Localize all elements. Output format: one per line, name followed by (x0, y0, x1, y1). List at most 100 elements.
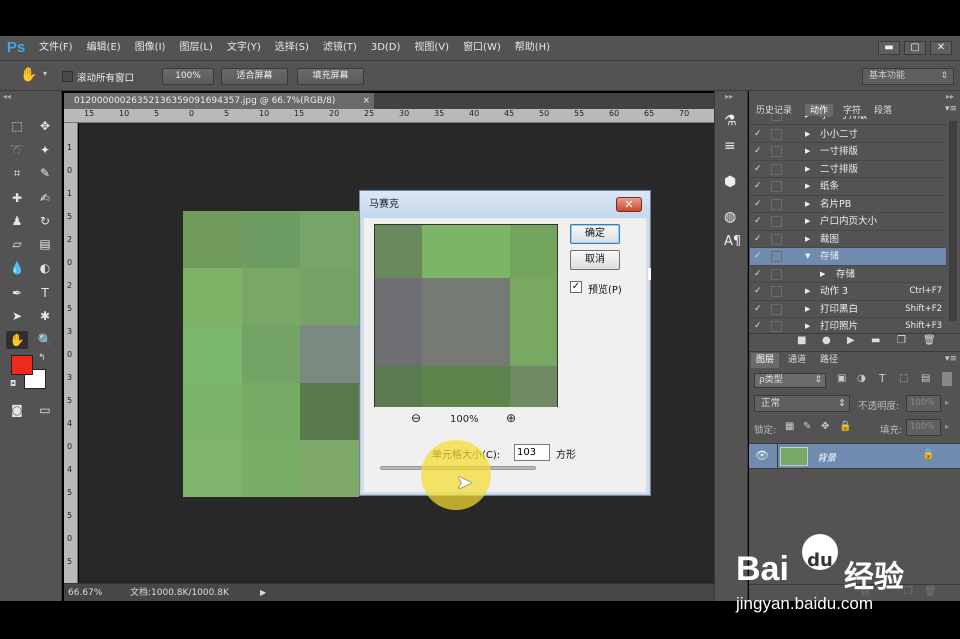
action-dialog-toggle[interactable] (771, 216, 782, 227)
lock-transparent-icon[interactable]: ▦ (785, 421, 794, 432)
collapsed-arrow-icon[interactable]: ▶ (805, 126, 810, 143)
gradient-tool-icon[interactable]: ▤ (34, 235, 56, 253)
foreground-color-swatch[interactable] (11, 355, 33, 375)
action-item[interactable]: ✓ ▶ 存储 (750, 266, 946, 283)
history-brush-tool-icon[interactable]: ↻ (34, 212, 56, 230)
filter-toggle[interactable] (942, 372, 952, 386)
lock-position-icon[interactable]: ✥ (821, 421, 829, 432)
collapsed-arrow-icon[interactable]: ▶ (805, 143, 810, 160)
menu-layer[interactable]: 图层(L) (172, 36, 219, 60)
brush-tool-icon[interactable]: ✍ (34, 189, 56, 207)
collapsed-arrow-icon[interactable]: ▶ (805, 231, 810, 248)
action-item[interactable]: ✓ ▶ 打印照片 Shift+F3 (750, 318, 946, 333)
action-dialog-toggle[interactable] (771, 268, 782, 280)
menu-select[interactable]: 选择(S) (268, 36, 316, 60)
shape-tool-icon[interactable]: ✱ (34, 307, 56, 325)
menu-help[interactable]: 帮助(H) (508, 36, 557, 60)
collapsed-arrow-icon[interactable]: ▶ (805, 196, 810, 213)
quick-mask-icon[interactable]: ◙ (6, 401, 28, 419)
collapse-arrows-icon[interactable]: ▸▸ (725, 92, 733, 101)
action-enabled-check-icon[interactable]: ✓ (754, 161, 764, 178)
menu-image[interactable]: 图像(I) (128, 36, 173, 60)
preview-checkbox[interactable]: ✓ (570, 281, 582, 293)
action-enabled-check-icon[interactable]: ✓ (754, 213, 764, 230)
swap-colors-icon[interactable]: ↰ (38, 353, 46, 363)
type-tool-icon[interactable]: T (34, 284, 56, 302)
collapse-arrows-icon[interactable]: ▸▸ (946, 92, 954, 101)
collapsed-arrow-icon[interactable]: ▶ (805, 283, 810, 300)
action-item[interactable]: ✓ ▶ 小小二寸 (750, 126, 946, 143)
collapsed-arrow-icon[interactable]: ▶ (805, 301, 810, 318)
collapsed-arrow-icon[interactable]: ▶ (820, 266, 825, 283)
move-tool-icon[interactable]: ✥ (34, 117, 56, 135)
adjustments-icon[interactable]: ◍ (724, 209, 736, 225)
action-dialog-toggle[interactable] (771, 321, 782, 332)
blend-mode-dropdown[interactable]: 正常 ⇕ (754, 395, 850, 412)
dodge-tool-icon[interactable]: ◐ (34, 259, 56, 277)
collapsed-arrow-icon[interactable]: ▶ (805, 178, 810, 195)
cell-size-input[interactable] (514, 444, 550, 461)
zoom-tool-icon[interactable]: 🔍 (34, 331, 56, 349)
collapse-arrows-icon[interactable]: ◂◂ (3, 92, 11, 101)
close-window-button[interactable]: ✕ (930, 41, 952, 55)
marquee-tool-icon[interactable]: ⬚ (6, 117, 28, 135)
history-brush-icon[interactable]: ⚗ (724, 113, 737, 129)
opacity-arrow-icon[interactable]: ▸ (945, 398, 949, 407)
healing-brush-tool-icon[interactable]: ✚ (6, 189, 28, 207)
hand-tool-icon[interactable]: ✋ (20, 67, 37, 83)
action-enabled-check-icon[interactable]: ✓ (754, 266, 764, 283)
filter-smart-icon[interactable]: ▤ (921, 373, 930, 384)
action-dialog-toggle[interactable] (771, 181, 782, 192)
action-item[interactable]: ✓ ▶ 纸条 (750, 178, 946, 196)
tab-channels[interactable]: 通道 (783, 353, 811, 368)
action-enabled-check-icon[interactable]: ✓ (754, 318, 764, 333)
ok-button[interactable]: 确定 (570, 224, 620, 244)
actions-icon[interactable]: ≡ (724, 138, 736, 154)
stop-icon[interactable]: ■ (797, 335, 806, 346)
action-dialog-toggle[interactable] (771, 286, 782, 297)
action-item[interactable]: ✓ ▶ 一寸排版 (750, 143, 946, 161)
menu-file[interactable]: 文件(F) (32, 36, 80, 60)
fill-input[interactable]: 100% (906, 419, 941, 436)
action-enabled-check-icon[interactable]: ✓ (754, 248, 764, 265)
lasso-tool-icon[interactable]: ➰ (6, 141, 28, 159)
action-enabled-check-icon[interactable]: ✓ (754, 143, 764, 160)
fit-screen-button[interactable]: 适合屏幕 (221, 68, 288, 85)
action-enabled-check-icon[interactable]: ✓ (754, 116, 764, 124)
action-item[interactable]: ✓ ▶ 小一寸排版 (750, 116, 946, 125)
action-item[interactable]: ✓ ▼ 存储 (750, 248, 946, 266)
action-dialog-toggle[interactable] (771, 303, 782, 315)
zoom-out-icon[interactable]: ⊖ (411, 411, 421, 425)
pen-tool-icon[interactable]: ✒ (6, 284, 28, 302)
close-tab-icon[interactable]: × (362, 93, 370, 109)
lock-all-icon[interactable]: 🔒 (839, 421, 851, 432)
magic-wand-tool-icon[interactable]: ✦ (34, 141, 56, 159)
actions-scrollbar[interactable] (949, 121, 957, 321)
scroll-all-checkbox[interactable] (62, 71, 73, 82)
action-enabled-check-icon[interactable]: ✓ (754, 283, 764, 300)
collapsed-arrow-icon[interactable]: ▶ (805, 161, 810, 178)
action-dialog-toggle[interactable] (771, 163, 782, 175)
action-dialog-toggle[interactable] (771, 251, 782, 262)
zoom-100-button[interactable]: 100% (162, 68, 214, 85)
dialog-close-button[interactable]: ✕ (616, 197, 642, 212)
zoom-in-icon[interactable]: ⊕ (506, 411, 516, 425)
blur-tool-icon[interactable]: 💧 (6, 259, 28, 277)
status-menu-arrow-icon[interactable]: ▶ (260, 584, 266, 602)
eyedropper-tool-icon[interactable]: ✎ (34, 164, 56, 182)
action-item[interactable]: ✓ ▶ 二寸排版 (750, 161, 946, 178)
maximize-button[interactable]: ▢ (904, 41, 926, 55)
panel-menu-icon[interactable]: ▾≡ (945, 354, 957, 364)
action-item[interactable]: ✓ ▶ 打印黑白 Shift+F2 (750, 301, 946, 318)
action-item[interactable]: ✓ ▶ 名片PB (750, 196, 946, 213)
menu-window[interactable]: 窗口(W) (456, 36, 508, 60)
action-dialog-toggle[interactable] (771, 116, 782, 121)
cancel-button[interactable]: 取消 (570, 250, 620, 270)
record-icon[interactable]: ● (822, 335, 831, 346)
menu-filter[interactable]: 滤镜(T) (316, 36, 364, 60)
tab-paths[interactable]: 路径 (815, 353, 843, 368)
action-dialog-toggle[interactable] (771, 198, 782, 210)
action-enabled-check-icon[interactable]: ✓ (754, 126, 764, 143)
eraser-tool-icon[interactable]: ▱ (6, 235, 28, 253)
minimize-button[interactable]: ▬ (878, 41, 900, 55)
